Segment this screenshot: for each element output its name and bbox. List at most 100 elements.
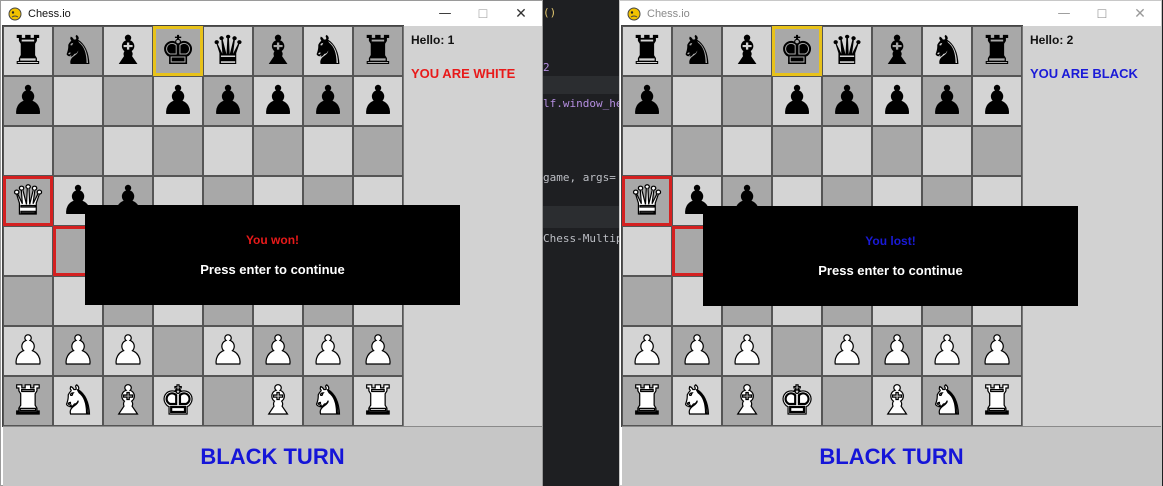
board-square[interactable]: ♞ [672,26,722,76]
board-square[interactable] [622,126,672,176]
board-square[interactable] [922,126,972,176]
white-pawn-icon[interactable]: ♟ [259,330,296,371]
board-square[interactable] [822,126,872,176]
board-square[interactable] [772,126,822,176]
window-titlebar[interactable]: Chess.io — ☐ ✕ [620,1,1161,26]
black-pawn-icon[interactable]: ♟ [929,81,965,121]
board-square[interactable]: ♟ [353,76,403,126]
board-square[interactable]: ♟ [622,326,672,376]
board-square[interactable]: ♟ [922,76,972,126]
board-square[interactable]: ♞ [303,26,353,76]
white-pawn-icon[interactable]: ♟ [628,330,665,371]
close-button[interactable]: ✕ [502,1,540,26]
board-square[interactable]: ♞ [922,376,972,426]
black-knight-icon[interactable]: ♞ [929,31,965,71]
close-button[interactable]: ✕ [1121,1,1159,26]
window-titlebar[interactable]: Chess.io — ☐ ✕ [1,1,542,26]
board-square[interactable]: ♝ [253,376,303,426]
board-square[interactable] [103,76,153,126]
board-square[interactable]: ♜ [622,376,672,426]
board-square[interactable]: ♜ [972,26,1022,76]
board-square[interactable] [153,126,203,176]
board-square[interactable]: ♟ [622,76,672,126]
white-rook-icon[interactable]: ♜ [978,380,1015,421]
black-bishop-icon[interactable]: ♝ [879,31,915,71]
white-bishop-icon[interactable]: ♝ [728,380,765,421]
white-pawn-icon[interactable]: ♟ [678,330,715,371]
black-bishop-icon[interactable]: ♝ [729,31,765,71]
board-square[interactable]: ♟ [53,326,103,376]
board-square[interactable] [672,76,722,126]
board-square[interactable]: ♟ [153,76,203,126]
white-rook-icon[interactable]: ♜ [9,380,46,421]
board-square[interactable] [353,126,403,176]
board-square[interactable]: ♜ [972,376,1022,426]
black-king-icon[interactable]: ♚ [160,31,196,71]
board-square[interactable] [103,126,153,176]
board-square[interactable]: ♝ [103,26,153,76]
board-square[interactable] [972,126,1022,176]
maximize-button[interactable]: ☐ [464,1,502,26]
board-square[interactable]: ♝ [872,26,922,76]
white-bishop-icon[interactable]: ♝ [878,380,915,421]
black-queen-icon[interactable]: ♛ [210,31,246,71]
board-square[interactable] [622,276,672,326]
board-square[interactable] [153,326,203,376]
board-square[interactable]: ♟ [972,76,1022,126]
board-square[interactable]: ♟ [303,326,353,376]
board-square[interactable]: ♟ [203,76,253,126]
board-square[interactable]: ♜ [353,26,403,76]
board-square[interactable]: ♜ [622,26,672,76]
board-square[interactable]: ♝ [872,376,922,426]
white-pawn-icon[interactable]: ♟ [878,330,915,371]
board-square[interactable]: ♚ [153,376,203,426]
white-rook-icon[interactable]: ♜ [359,380,396,421]
white-knight-icon[interactable]: ♞ [59,380,96,421]
black-bishop-icon[interactable]: ♝ [110,31,146,71]
board-square[interactable]: ♟ [353,326,403,376]
board-square[interactable]: ♜ [353,376,403,426]
board-square[interactable]: ♟ [103,326,153,376]
board-square[interactable]: ♟ [672,326,722,376]
board-square[interactable]: ♞ [53,26,103,76]
board-square[interactable]: ♚ [772,26,822,76]
black-rook-icon[interactable]: ♜ [360,31,396,71]
black-pawn-icon[interactable]: ♟ [160,81,196,121]
black-pawn-icon[interactable]: ♟ [210,81,246,121]
white-bishop-icon[interactable]: ♝ [109,380,146,421]
white-pawn-icon[interactable]: ♟ [59,330,96,371]
board-square[interactable] [53,76,103,126]
board-square[interactable] [203,376,253,426]
board-square[interactable]: ♟ [972,326,1022,376]
board-square[interactable]: ♟ [253,326,303,376]
black-pawn-icon[interactable]: ♟ [979,81,1015,121]
white-pawn-icon[interactable]: ♟ [828,330,865,371]
board-square[interactable]: ♝ [722,26,772,76]
black-pawn-icon[interactable]: ♟ [260,81,296,121]
board-square[interactable]: ♟ [303,76,353,126]
board-square[interactable]: ♛ [622,176,672,226]
board-square[interactable]: ♟ [822,326,872,376]
black-pawn-icon[interactable]: ♟ [879,81,915,121]
black-knight-icon[interactable]: ♞ [60,31,96,71]
white-pawn-icon[interactable]: ♟ [928,330,965,371]
white-queen-icon[interactable]: ♛ [628,180,665,221]
board-square[interactable] [203,126,253,176]
white-pawn-icon[interactable]: ♟ [309,330,346,371]
board-square[interactable]: ♞ [53,376,103,426]
white-rook-icon[interactable]: ♜ [628,380,665,421]
board-square[interactable]: ♛ [3,176,53,226]
board-square[interactable] [772,326,822,376]
black-pawn-icon[interactable]: ♟ [310,81,346,121]
board-square[interactable] [53,126,103,176]
black-knight-icon[interactable]: ♞ [310,31,346,71]
maximize-button[interactable]: ☐ [1083,1,1121,26]
board-square[interactable] [722,76,772,126]
minimize-button[interactable]: — [426,1,464,26]
board-square[interactable] [822,376,872,426]
board-square[interactable]: ♟ [872,76,922,126]
board-square[interactable]: ♟ [3,76,53,126]
board-square[interactable]: ♟ [722,326,772,376]
black-queen-icon[interactable]: ♛ [829,31,865,71]
board-square[interactable]: ♝ [722,376,772,426]
